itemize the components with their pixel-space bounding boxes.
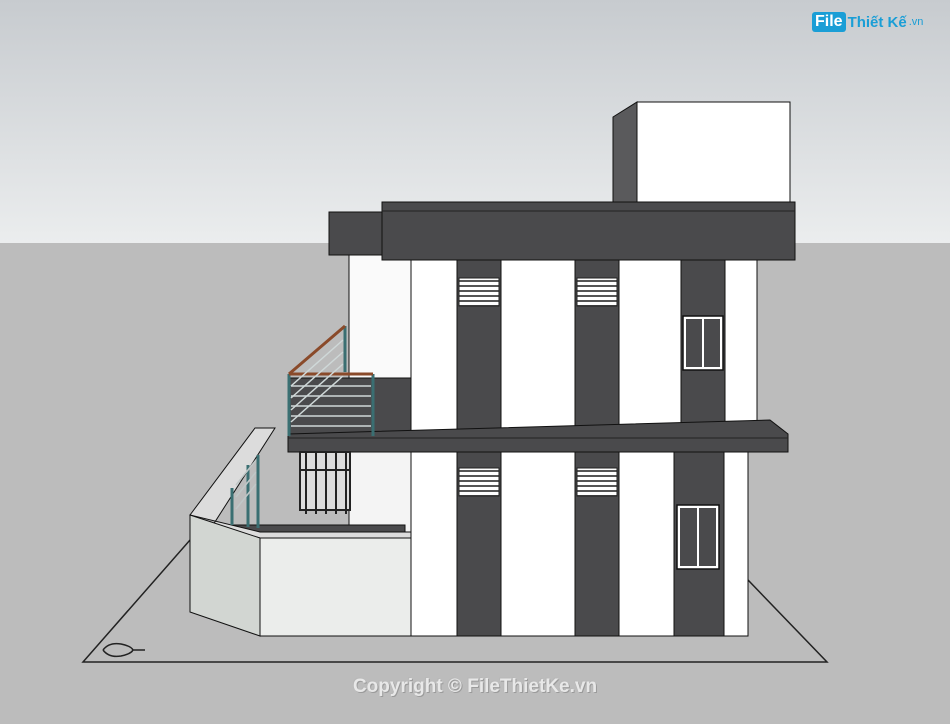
vent-louver [458, 467, 500, 497]
window-pane [680, 508, 697, 566]
filethietke-logo: File Thiết Kế .vn [812, 12, 923, 32]
vent-louver [576, 277, 618, 307]
lower-side-wall [348, 451, 412, 533]
logo-badge: File [812, 12, 846, 32]
logo-tld: .vn [908, 16, 924, 28]
gate [299, 451, 351, 514]
roof-slab-left [328, 211, 386, 256]
upper-side-wall [348, 254, 412, 381]
copyright-watermark: Copyright © FileThietKe.vn [352, 676, 598, 697]
fence-wall-front [259, 537, 412, 637]
vent-louver [576, 467, 618, 497]
roof-block [636, 101, 791, 204]
roof-block-side [612, 101, 638, 204]
house-3d-model [0, 0, 950, 724]
window-pane [686, 319, 702, 367]
logo-name: Thiết Kế [847, 13, 907, 31]
window-pane [699, 508, 716, 566]
vent-louver [458, 277, 500, 307]
sketchup-scene: File Thiết Kế .vn Copyright © FileThietK… [0, 0, 950, 724]
window-pane [704, 319, 720, 367]
